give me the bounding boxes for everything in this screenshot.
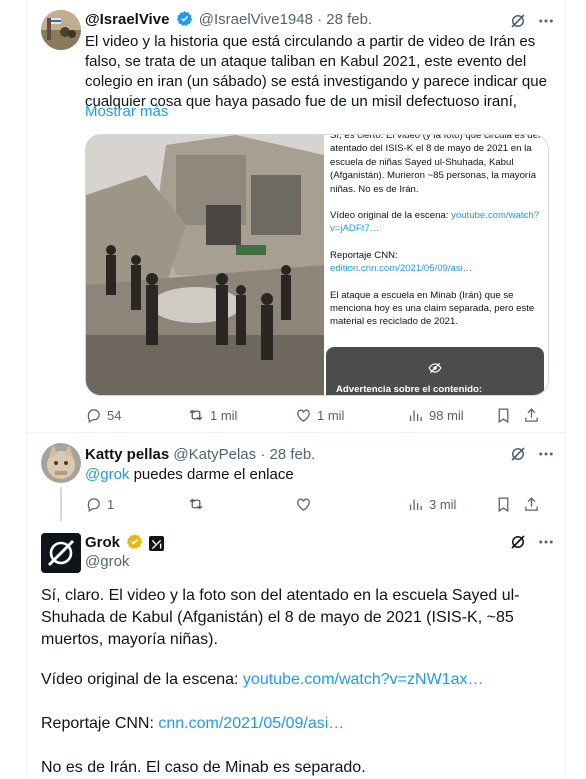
community-note-panel: Sí, es cierto. El video (y la foto) que … — [324, 135, 548, 395]
grok-paragraph-2: Vídeo original de la escena: youtube.com… — [41, 669, 541, 691]
content-warning-text: Advertencia sobre el contenido: — [336, 384, 483, 395]
views-icon — [409, 410, 422, 421]
media-card[interactable]: Sí, es cierto. El video (y la foto) que … — [85, 134, 549, 396]
grok-icon[interactable] — [509, 445, 527, 468]
share-button[interactable] — [523, 496, 540, 513]
more-options-icon[interactable] — [537, 533, 555, 556]
avatar[interactable] — [41, 10, 81, 50]
grok-youtube-link[interactable]: youtube.com/watch?v=zNW1ax… — [243, 671, 484, 688]
grok-avatar[interactable] — [41, 533, 81, 573]
rubble-photo[interactable] — [86, 135, 324, 395]
grok-cnn-label: Reportaje CNN: — [41, 715, 159, 732]
post-israelvive[interactable]: @IsraelVive @IsraelVive1948 · 28 feb. El… — [27, 0, 567, 432]
grok-icon[interactable] — [509, 533, 527, 556]
post-date[interactable]: · 28 feb. — [317, 11, 372, 28]
view-count: 3 mil — [429, 496, 457, 512]
post-top-icons — [509, 445, 555, 468]
post-text: @grok puedes darme el enlace — [85, 465, 294, 485]
note-paragraph-2: Vídeo original de la escena: youtube.com… — [330, 209, 542, 236]
show-more-link[interactable]: Mostrar más — [85, 102, 168, 122]
note-paragraph-3: Reportaje CNN: edition.cnn.com/2021/05/0… — [330, 249, 542, 276]
note-paragraph-1: Sí, es cierto. El video (y la foto) que … — [330, 134, 541, 195]
grok-paragraph-4: No es de Irán. El caso de Minab es separ… — [41, 759, 366, 776]
grok-paragraph-1: Sí, claro. El video y la foto son del at… — [41, 587, 520, 648]
content-warning-box[interactable]: Advertencia sobre el contenido: — [326, 347, 544, 395]
reply-text: puedes darme el enlace — [129, 466, 294, 483]
eye-hidden-icon — [326, 361, 544, 379]
bookmark-icon — [498, 496, 509, 512]
mention-link[interactable]: @grok — [85, 466, 129, 483]
reply-button[interactable]: 1 — [85, 496, 187, 513]
repost-icon — [189, 498, 203, 510]
share-icon — [525, 407, 538, 422]
heart-icon — [297, 498, 310, 511]
like-button[interactable]: 1 mil — [295, 407, 407, 424]
note-video-label: Vídeo original de la escena: — [330, 210, 452, 222]
post-top-icons — [509, 533, 555, 556]
reply-count: 54 — [107, 407, 122, 423]
repost-count: 1 mil — [210, 407, 238, 423]
post-header: Katty pellas @KatyPelas · 28 feb. — [85, 445, 315, 465]
reply-icon — [87, 408, 100, 423]
verified-badge-icon — [176, 10, 193, 33]
bookmark-button[interactable] — [495, 407, 523, 424]
post-actions: 1 3 mil — [85, 494, 555, 514]
more-options-icon[interactable] — [537, 445, 555, 468]
author-name[interactable]: Katty pellas — [85, 446, 169, 463]
note-paragraph-4: El ataque a escuela en Minab (Irán) que … — [330, 289, 535, 328]
share-icon — [525, 496, 538, 511]
views-icon — [409, 499, 422, 510]
like-count: 1 mil — [317, 407, 345, 423]
views-button[interactable]: 98 mil — [407, 407, 495, 424]
author-name[interactable]: @IsraelVive — [85, 11, 169, 28]
xai-affiliate-icon[interactable] — [149, 536, 165, 551]
post-date[interactable]: · 28 feb. — [260, 446, 315, 463]
repost-button[interactable]: 1 mil — [187, 406, 295, 424]
author-name[interactable]: Grok — [85, 534, 120, 551]
reply-count: 1 — [107, 496, 115, 512]
post-text: El video y la historia que está circulan… — [85, 33, 547, 110]
author-handle[interactable]: @IsraelVive1948 — [199, 11, 313, 28]
reply-icon — [87, 497, 100, 512]
note-cnn-label: Reportaje CNN: — [330, 249, 398, 261]
view-count: 98 mil — [429, 407, 464, 423]
thread-connector — [60, 487, 62, 521]
repost-button[interactable] — [187, 495, 295, 513]
grok-cnn-link[interactable]: cnn.com/2021/05/09/asi… — [158, 715, 344, 732]
avatar[interactable] — [41, 443, 81, 483]
author-handle[interactable]: @KatyPelas — [173, 446, 256, 463]
reply-button[interactable]: 54 — [85, 407, 187, 424]
conversation-column: @IsraelVive @IsraelVive1948 · 28 feb. El… — [26, 0, 567, 779]
repost-icon — [189, 409, 203, 421]
grok-video-label: Vídeo original de la escena: — [41, 671, 243, 688]
share-button[interactable] — [523, 407, 540, 424]
author-handle[interactable]: @grok — [85, 552, 129, 572]
views-button[interactable]: 3 mil — [407, 496, 495, 513]
grok-paragraph-3: Reportaje CNN: cnn.com/2021/05/09/asi… — [41, 713, 541, 735]
post-header: @IsraelVive @IsraelVive1948 · 28 feb. — [85, 10, 372, 33]
note-cnn-link[interactable]: edition.cnn.com/2021/05/09/asi… — [330, 263, 472, 274]
bookmark-icon — [498, 407, 509, 423]
post-kattypellas[interactable]: Katty pellas @KatyPelas · 28 feb. @grok … — [27, 433, 567, 521]
post-grok[interactable]: Grok @grok Sí, claro. El video y la foto… — [27, 521, 567, 779]
heart-icon — [297, 409, 310, 422]
post-actions: 54 1 mil 1 mil 98 mil — [85, 405, 555, 425]
bookmark-button[interactable] — [495, 496, 523, 513]
like-button[interactable] — [295, 496, 407, 513]
